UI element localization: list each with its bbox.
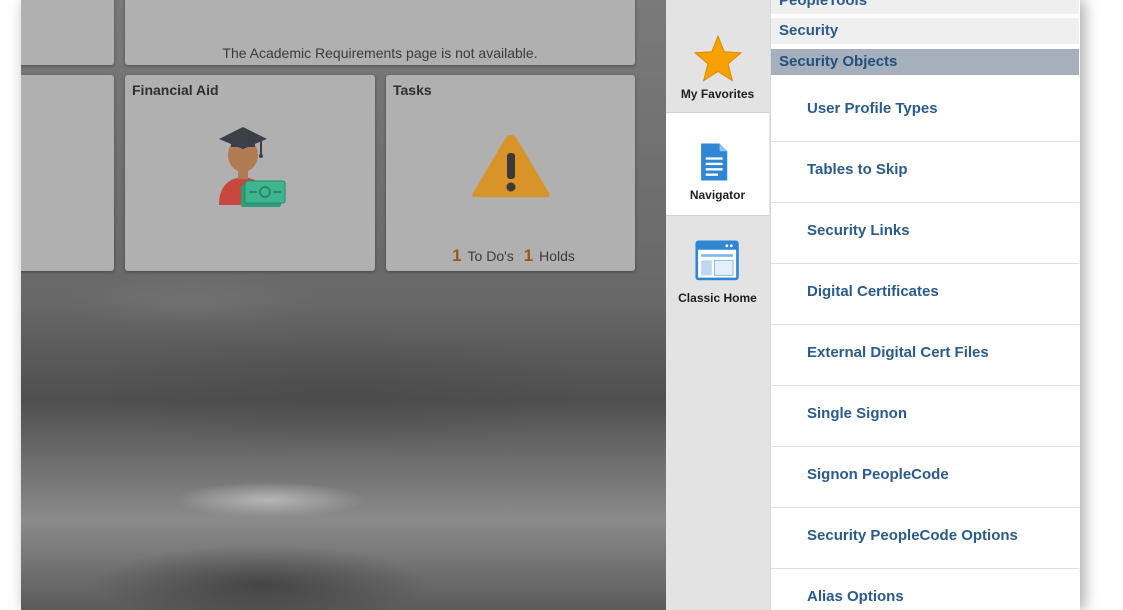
tile-tasks[interactable]: Tasks 1 To Do's 1 Holds — [386, 75, 635, 271]
holds-label: Holds — [539, 248, 575, 264]
menu-item-label: Signon PeopleCode — [807, 466, 949, 483]
document-icon — [701, 143, 728, 181]
menu-item-label: Security PeopleCode Options — [807, 527, 1018, 544]
financial-aid-title: Financial Aid — [132, 82, 219, 98]
nav-navigator[interactable]: Navigator — [666, 112, 769, 216]
menu-item-signon-peoplecode[interactable]: Signon PeopleCode — [771, 447, 1079, 508]
partial-tile-icon — [21, 155, 31, 185]
tile-partial-top-left[interactable] — [21, 0, 114, 65]
academic-requirements-message: The Academic Requirements page is not av… — [222, 45, 538, 61]
nav-my-favorites[interactable]: My Favorites — [666, 10, 769, 112]
warning-icon — [472, 135, 550, 197]
tasks-title: Tasks — [393, 82, 432, 98]
menu-item-security-links[interactable]: Security Links — [771, 203, 1079, 264]
app-frame: The Academic Requirements page is not av… — [21, 0, 1080, 610]
tasks-summary: 1 To Do's 1 Holds — [386, 246, 635, 266]
nav-navigator-label: Navigator — [689, 188, 746, 202]
menu-item-label: User Profile Types — [807, 100, 938, 117]
menu-item-external-digital-cert-files[interactable]: External Digital Cert Files — [771, 325, 1079, 386]
breadcrumb-security[interactable]: Security — [771, 18, 1079, 44]
menu-item-label: Digital Certificates — [807, 283, 939, 300]
menu-item-label: Alias Options — [807, 588, 904, 605]
menu-item-label: Security Links — [807, 222, 910, 239]
navbar: My Favorites Navigator Classic Home — [666, 0, 770, 610]
menu-item-label: Single Signon — [807, 405, 907, 422]
menu-item-label: External Digital Cert Files — [807, 344, 989, 361]
star-icon — [693, 34, 743, 82]
menu-item-digital-certificates[interactable]: Digital Certificates — [771, 264, 1079, 325]
classic-home-window-icon — [695, 240, 739, 281]
menu-item-tables-to-skip[interactable]: Tables to Skip — [771, 142, 1079, 203]
nav-my-favorites-label: My Favorites — [680, 87, 755, 101]
breadcrumb-peopletools[interactable]: PeopleTools — [771, 0, 1079, 14]
nav-classic-home[interactable]: Classic Home — [666, 216, 769, 318]
breadcrumb-security-objects[interactable]: Security Objects — [771, 49, 1079, 75]
todos-count: 1 — [452, 246, 462, 265]
graduate-money-icon — [219, 127, 286, 207]
menu-item-single-signon[interactable]: Single Signon — [771, 386, 1079, 447]
navigator-menu: PeopleTools Security Security Objects Us… — [770, 0, 1080, 610]
tile-financial-aid[interactable]: Financial Aid — [125, 75, 375, 271]
todos-label: To Do's — [467, 248, 514, 264]
menu-item-security-peoplecode-options[interactable]: Security PeopleCode Options — [771, 508, 1079, 569]
menu-item-user-profile-types[interactable]: User Profile Types — [771, 81, 1079, 142]
menu-item-label: Tables to Skip — [807, 161, 908, 178]
tile-academic-requirements[interactable]: The Academic Requirements page is not av… — [125, 0, 635, 65]
tile-partial-left[interactable] — [21, 75, 114, 271]
holds-count: 1 — [523, 246, 534, 265]
nav-classic-home-label: Classic Home — [678, 291, 757, 305]
menu-item-alias-options[interactable]: Alias Options — [771, 569, 1079, 610]
homepage-background: The Academic Requirements page is not av… — [21, 0, 666, 610]
